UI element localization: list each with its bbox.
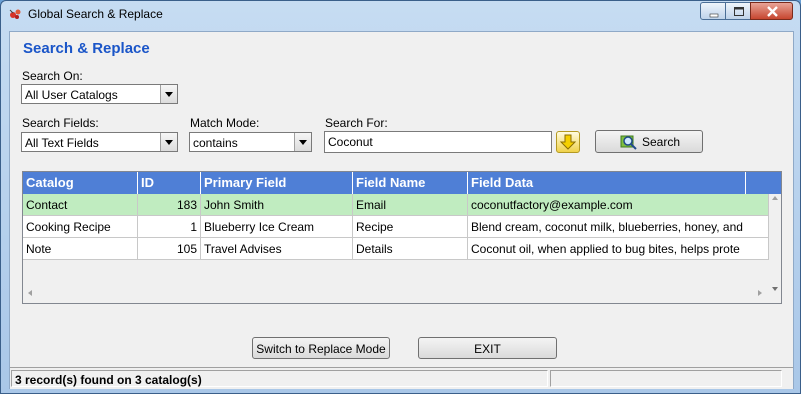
maximize-button[interactable] bbox=[725, 2, 751, 20]
status-message: 3 record(s) found on 3 catalog(s) bbox=[11, 370, 548, 387]
exit-button[interactable]: EXIT bbox=[418, 337, 557, 359]
results-grid[interactable]: Catalog ID Primary Field Field Name Fiel… bbox=[22, 171, 782, 304]
search-icon bbox=[620, 135, 637, 150]
cell-catalog: Contact bbox=[23, 194, 138, 216]
cell-field-name: Details bbox=[353, 238, 468, 260]
vertical-scrollbar[interactable] bbox=[769, 194, 781, 303]
search-fields-value: All Text Fields bbox=[25, 136, 99, 150]
search-fields-label: Search Fields: bbox=[22, 116, 99, 130]
column-header-primary-field[interactable]: Primary Field bbox=[201, 172, 353, 194]
switch-to-replace-mode-button[interactable]: Switch to Replace Mode bbox=[252, 337, 390, 359]
dropdown-arrow-icon[interactable] bbox=[294, 133, 311, 151]
close-button[interactable] bbox=[750, 2, 793, 20]
window-title: Global Search & Replace bbox=[28, 7, 163, 21]
page-title: Search & Replace bbox=[23, 40, 150, 57]
scroll-down-icon[interactable] bbox=[772, 287, 778, 291]
column-header-id[interactable]: ID bbox=[138, 172, 201, 194]
search-for-label: Search For: bbox=[325, 116, 388, 130]
minimize-button[interactable] bbox=[700, 2, 726, 20]
table-row[interactable]: Contact 183 John Smith Email coconutfact… bbox=[23, 194, 769, 216]
search-for-field[interactable] bbox=[325, 132, 551, 152]
scroll-right-icon[interactable] bbox=[758, 290, 762, 296]
match-mode-dropdown[interactable]: contains bbox=[189, 132, 312, 152]
search-for-input[interactable] bbox=[324, 131, 552, 153]
search-button[interactable]: Search bbox=[595, 130, 703, 153]
cell-field-data: coconutfactory@example.com bbox=[468, 194, 769, 216]
maximize-icon bbox=[734, 7, 744, 16]
cell-id: 1 bbox=[138, 216, 201, 238]
status-bar: 3 record(s) found on 3 catalog(s) bbox=[10, 367, 793, 389]
cell-catalog: Cooking Recipe bbox=[23, 216, 138, 238]
cell-primary-field: Blueberry Ice Cream bbox=[201, 216, 353, 238]
cell-field-name: Email bbox=[353, 194, 468, 216]
dialog-body: Search & Replace Search On: All User Cat… bbox=[9, 31, 794, 389]
grid-header: Catalog ID Primary Field Field Name Fiel… bbox=[23, 172, 781, 194]
main-window: Global Search & Replace Search & Replace… bbox=[0, 0, 801, 394]
cell-id: 183 bbox=[138, 194, 201, 216]
search-fields-dropdown[interactable]: All Text Fields bbox=[21, 132, 178, 152]
column-header-field-data[interactable]: Field Data bbox=[468, 172, 746, 194]
match-mode-value: contains bbox=[193, 136, 238, 150]
title-bar[interactable]: Global Search & Replace bbox=[1, 1, 800, 27]
column-header-catalog[interactable]: Catalog bbox=[23, 172, 138, 194]
close-icon bbox=[767, 6, 778, 17]
column-header-field-name[interactable]: Field Name bbox=[353, 172, 468, 194]
match-mode-label: Match Mode: bbox=[190, 116, 260, 130]
scroll-left-icon[interactable] bbox=[28, 290, 32, 296]
search-button-label: Search bbox=[642, 135, 681, 149]
search-on-dropdown[interactable]: All User Catalogs bbox=[21, 84, 178, 104]
cell-catalog: Note bbox=[23, 238, 138, 260]
cell-id: 105 bbox=[138, 238, 201, 260]
cell-primary-field: Travel Advises bbox=[201, 238, 353, 260]
search-on-value: All User Catalogs bbox=[25, 88, 118, 102]
horizontal-scrollbar[interactable] bbox=[23, 287, 769, 301]
minimize-icon bbox=[709, 13, 719, 18]
column-header-filler bbox=[746, 172, 781, 194]
down-arrow-icon bbox=[559, 134, 577, 150]
cell-field-name: Recipe bbox=[353, 216, 468, 238]
cell-field-data: Blend cream, coconut milk, blueberries, … bbox=[468, 216, 769, 238]
cell-primary-field: John Smith bbox=[201, 194, 353, 216]
dropdown-arrow-icon[interactable] bbox=[160, 133, 177, 151]
table-row[interactable]: Cooking Recipe 1 Blueberry Ice Cream Rec… bbox=[23, 216, 769, 238]
cell-field-data: Coconut oil, when applied to bug bites, … bbox=[468, 238, 769, 260]
app-icon bbox=[9, 9, 21, 19]
table-row[interactable]: Note 105 Travel Advises Details Coconut … bbox=[23, 238, 769, 260]
history-button[interactable] bbox=[556, 131, 580, 153]
scroll-up-icon[interactable] bbox=[772, 196, 778, 200]
dropdown-arrow-icon[interactable] bbox=[160, 85, 177, 103]
status-secondary bbox=[550, 370, 782, 387]
search-on-label: Search On: bbox=[22, 69, 83, 83]
